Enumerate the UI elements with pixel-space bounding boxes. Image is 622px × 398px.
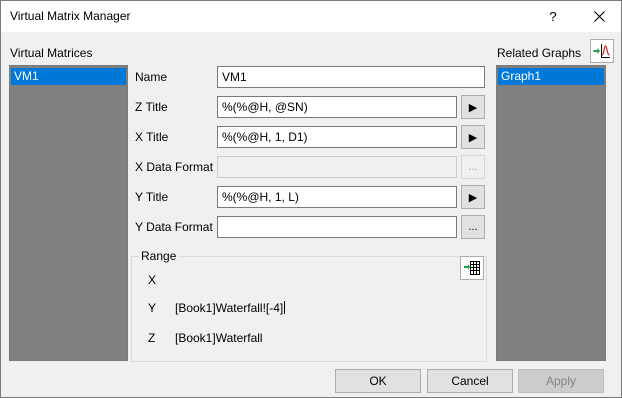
add-graph-icon xyxy=(593,44,610,58)
apply-button[interactable]: Apply xyxy=(518,369,604,393)
x-title-menu-button[interactable]: ▶ xyxy=(461,125,485,149)
y-data-format-browse-button[interactable]: ... xyxy=(461,215,485,239)
name-label: Name xyxy=(135,70,168,84)
x-data-format-field[interactable] xyxy=(217,156,457,178)
ok-button[interactable]: OK xyxy=(335,369,421,393)
x-title-field[interactable]: %(%@H, 1, D1) xyxy=(217,126,457,148)
list-item[interactable]: Graph1 xyxy=(498,68,604,85)
play-arrow-icon: ▶ xyxy=(468,101,478,114)
play-arrow-icon: ▶ xyxy=(468,131,478,144)
title-bar: Virtual Matrix Manager ? xyxy=(1,1,621,32)
y-data-format-field[interactable] xyxy=(217,216,457,238)
add-graph-button[interactable] xyxy=(590,39,614,63)
y-data-format-label: Y Data Format xyxy=(135,220,213,234)
name-field[interactable]: VM1 xyxy=(217,66,485,88)
help-icon: ? xyxy=(549,9,557,24)
play-arrow-icon: ▶ xyxy=(468,191,478,204)
worksheet-select-icon xyxy=(464,261,480,275)
y-title-label: Y Title xyxy=(135,190,169,204)
virtual-matrices-label: Virtual Matrices xyxy=(10,46,93,60)
dialog-window: Virtual Matrix Manager ? Virtual Matrice… xyxy=(0,0,622,398)
window-title: Virtual Matrix Manager xyxy=(10,9,131,23)
related-graphs-label: Related Graphs xyxy=(497,46,582,60)
range-y-field[interactable]: [Book1]Waterfall![-4] xyxy=(175,301,286,315)
ellipsis-icon: ... xyxy=(468,161,478,173)
virtual-matrices-list[interactable]: VM1 xyxy=(9,65,128,361)
z-title-label: Z Title xyxy=(135,100,168,114)
y-title-menu-button[interactable]: ▶ xyxy=(461,185,485,209)
x-data-format-browse-button[interactable]: ... xyxy=(461,155,485,179)
range-y-value: [Book1]Waterfall![-4] xyxy=(175,301,284,315)
z-title-field[interactable]: %(%@H, @SN) xyxy=(217,96,457,118)
close-button[interactable] xyxy=(577,1,621,32)
y-title-field[interactable]: %(%@H, 1, L) xyxy=(217,186,457,208)
text-cursor xyxy=(284,301,286,314)
help-button[interactable]: ? xyxy=(531,1,575,32)
range-z-label: Z xyxy=(148,331,156,345)
close-icon xyxy=(593,11,605,22)
ellipsis-icon: ... xyxy=(468,221,478,233)
range-z-value[interactable]: [Book1]Waterfall xyxy=(175,331,263,345)
range-x-label: X xyxy=(148,273,157,287)
range-y-label: Y xyxy=(148,301,157,315)
cancel-button[interactable]: Cancel xyxy=(427,369,513,393)
list-item[interactable]: VM1 xyxy=(11,68,126,85)
range-group-label: Range xyxy=(139,249,179,263)
x-title-label: X Title xyxy=(135,130,169,144)
x-data-format-label: X Data Format xyxy=(135,160,214,174)
z-title-menu-button[interactable]: ▶ xyxy=(461,95,485,119)
select-range-button[interactable] xyxy=(460,256,484,280)
related-graphs-list[interactable]: Graph1 xyxy=(496,65,606,361)
